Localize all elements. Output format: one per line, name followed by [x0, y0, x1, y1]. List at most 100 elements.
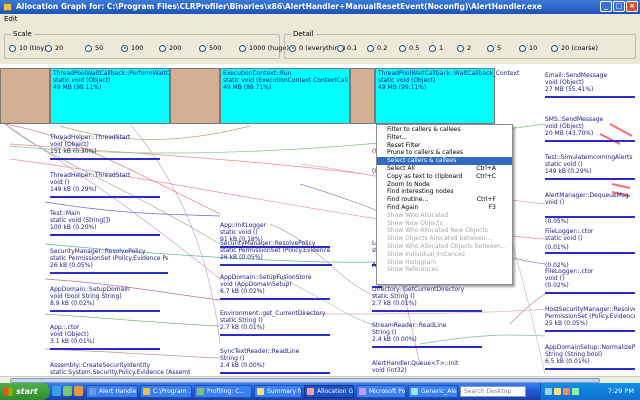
taskbar-button[interactable]: Microsoft Po...	[356, 385, 406, 398]
detail-option-7[interactable]: 10	[519, 44, 537, 52]
node-line: ThreadPoolWaitCallback::WaitCallback_Con…	[378, 70, 520, 77]
graph-node[interactable]: AlertHandler.Queue<T>::Init void (int32)	[372, 360, 482, 376]
taskbar-button[interactable]: Allocation G...	[304, 385, 354, 398]
scale-option-label: 20	[55, 44, 64, 52]
graph-node[interactable]: SecurityManager::ResolvePolicy static Per…	[220, 240, 332, 266]
scale-option-0[interactable]: 10 (tiny)	[9, 44, 47, 52]
detail-option-8[interactable]: 20 (coarse)	[551, 44, 598, 52]
node-line: SecurityManager::ResolvePolicy	[220, 240, 316, 247]
scale-option-6[interactable]: 1000 (huge)	[239, 44, 289, 52]
node-weight-bar	[220, 372, 330, 374]
node-line: void (bool String String)	[50, 293, 122, 300]
volume-icon[interactable]	[554, 388, 561, 395]
context-menu-item[interactable]: Select All Ctrl+A	[377, 165, 512, 173]
close-button[interactable]: ×	[626, 1, 638, 12]
menu-item-label: Find interesting nodes	[387, 188, 454, 196]
taskbar-button[interactable]: Summary fo...	[254, 385, 302, 398]
menu-item-label: Copy as text to clipboard	[387, 172, 463, 180]
detail-option-5[interactable]: 2	[457, 44, 471, 52]
context-menu-item: Show Histogram	[377, 259, 512, 267]
graph-node[interactable]: AppDomain::SetupDomain void (bool String …	[50, 286, 160, 312]
start-button[interactable]: start	[0, 383, 50, 400]
detail-option-3[interactable]: 0.5	[399, 44, 419, 52]
media-icon[interactable]	[74, 386, 83, 396]
desktop-icon[interactable]	[63, 386, 72, 396]
graph-node[interactable]: Environment::get_CurrentDirectory static …	[220, 310, 330, 336]
graph-node[interactable]: AppDomainSetup::NormalizePath String (Str…	[545, 344, 635, 370]
graph-top-node[interactable]: ThreadPoolWaitCallback::WaitCallback_Con…	[375, 68, 519, 124]
detail-option-2[interactable]: 0.2	[367, 44, 387, 52]
taskbar-button[interactable]: Alert Handler	[86, 385, 138, 398]
graph-node[interactable]: StreamReader::ReadLine String () 2.4 kB (0…	[372, 322, 482, 348]
graph-top-node[interactable]: ThreadPoolWaitCallback::PerformWaitCallb…	[50, 68, 191, 124]
node-line: 49 MB (99.11%)	[378, 84, 427, 91]
node-line: Test::Main	[50, 210, 81, 217]
detail-option-label: 5	[497, 44, 502, 52]
taskbar-button[interactable]: C:\Program ...	[140, 385, 192, 398]
graph-node[interactable]: SyncTextReader::ReadLine String () 2.4 kB …	[220, 348, 330, 374]
detail-option-1[interactable]: 0.1	[337, 44, 357, 52]
graph-node[interactable]: SecurityManager::ResolvePolicy static Per…	[50, 248, 168, 274]
scale-option-2[interactable]: 50	[85, 44, 103, 52]
graph-node[interactable]: Directory::GetCurrentDirectory static Str…	[372, 286, 482, 312]
graph-node[interactable]: AppDomain::SetupFusionStore void (AppDoma…	[220, 274, 330, 300]
context-menu-item[interactable]: Select callers & callees	[377, 157, 512, 165]
taskbar-button[interactable]: Profiling: C...	[194, 385, 252, 398]
node-percentage: (0.02%)	[545, 262, 569, 269]
windows-flag-icon	[4, 387, 13, 396]
scale-option-5[interactable]: 500	[199, 44, 221, 52]
detail-option-label: 2	[467, 44, 472, 52]
node-line: void (AppDomainSetup)	[220, 281, 292, 288]
scale-option-3[interactable]: 100	[121, 44, 143, 52]
maximize-button[interactable]: □	[613, 1, 625, 12]
graph-top-node[interactable]	[170, 68, 220, 124]
detail-option-6[interactable]: 5	[487, 44, 501, 52]
ie-icon[interactable]	[52, 386, 61, 396]
graph-node[interactable]: Email::SendMessage void (Object) 27 MB (55…	[545, 72, 635, 98]
graph-node[interactable]: Assembly::CreateSecurityIdentity static S…	[50, 362, 190, 376]
network-icon[interactable]	[545, 388, 552, 395]
app-icon	[3, 3, 12, 11]
scale-option-1[interactable]: 20	[45, 44, 63, 52]
desktop-search-input[interactable]: Search Desktop	[460, 386, 526, 397]
task-label: Microsoft Po...	[369, 388, 406, 395]
node-line: AlertHandler.Queue<T>::Init	[372, 360, 459, 367]
context-menu-item[interactable]: Filter...	[377, 134, 512, 142]
detail-option-4[interactable]: 1	[429, 44, 443, 52]
menu-item-label: Select All	[387, 164, 415, 172]
taskbar-button[interactable]: Generic_Ale...	[408, 385, 458, 398]
horizontal-scrollbar[interactable]	[0, 376, 640, 383]
node-weight-bar	[220, 298, 330, 300]
context-menu-item[interactable]: Copy as text to clipboard Ctrl+C	[377, 173, 512, 181]
security-icon[interactable]	[563, 388, 570, 395]
graph-node[interactable]: ThreadHelper::ThreadStart void (Object) 15…	[50, 134, 160, 160]
scale-option-4[interactable]: 200	[159, 44, 181, 52]
context-menu-item[interactable]: Find routine... Ctrl+F	[377, 196, 512, 204]
graph-node[interactable]: SMS::SendMessage void (Object) 20 MB (43.7…	[545, 116, 635, 142]
context-menu-item[interactable]: Find Again F3	[377, 204, 512, 212]
graph-node[interactable]: Test::Main static void (String[]) 100 kB (…	[50, 210, 160, 236]
graph-node[interactable]: App::.ctor void (Object) 3.1 kB (0.01%)	[50, 324, 160, 350]
update-icon[interactable]	[572, 388, 579, 395]
graph-node[interactable]: AlertManager::DequeueMsg void ()	[545, 192, 635, 218]
graph-top-node[interactable]	[0, 68, 50, 124]
graph-node[interactable]: Test::SimulateIncomingAlerts static void …	[545, 154, 635, 180]
system-tray: 7:29 PM	[540, 383, 640, 400]
node-line: 2.4 kB (0.00%)	[220, 362, 265, 369]
allocation-graph-canvas[interactable]: ThreadPoolWaitCallback::PerformWaitCallb…	[0, 64, 640, 376]
context-menu-item[interactable]: Reset Filter	[377, 142, 512, 150]
context-menu-item[interactable]: Find interesting nodes	[377, 188, 512, 196]
graph-node[interactable]: HostSecurityManager::ResolvePolicyPermis…	[545, 306, 635, 332]
context-menu-item[interactable]: Zoom to Node	[377, 181, 512, 189]
context-menu-item[interactable]: Prune to callers & callees	[377, 149, 512, 157]
minimize-button[interactable]: _	[600, 1, 612, 12]
graph-top-node[interactable]	[350, 68, 375, 124]
graph-node[interactable]: FileLogger::.ctor void ()	[545, 268, 635, 294]
context-menu-item[interactable]: Filter to callers & callees	[377, 126, 512, 134]
context-menu: Filter to callers & callees Filter... Rese…	[376, 124, 513, 285]
node-fill	[351, 69, 374, 123]
menu-edit[interactable]: Edit	[4, 15, 18, 23]
node-weight-bar	[50, 196, 160, 198]
graph-node[interactable]: ThreadHelper::ThreadStart void () 149 kB (…	[50, 172, 160, 198]
graph-top-node[interactable]: ExecutionContext::Run static void (Execut…	[220, 68, 350, 124]
